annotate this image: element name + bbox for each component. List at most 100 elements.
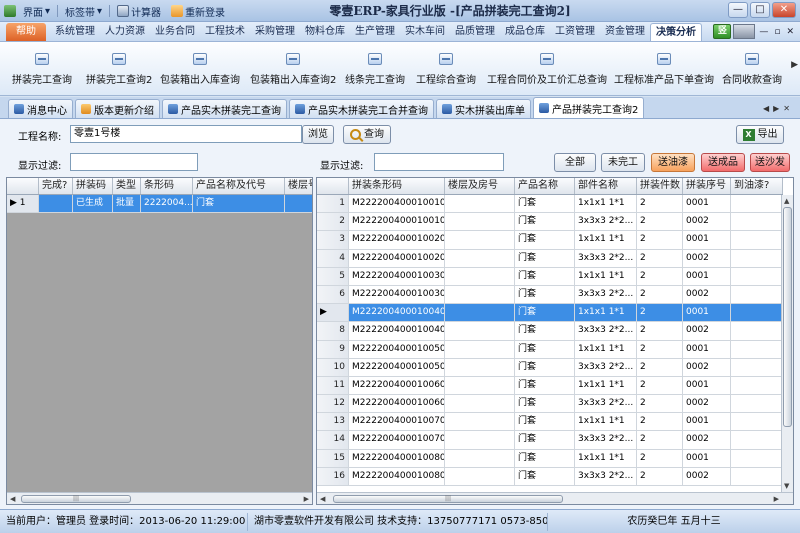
row-header[interactable]: 4 — [317, 249, 349, 267]
cell-seq[interactable]: 0002 — [683, 467, 731, 485]
row-header[interactable]: 3 — [317, 231, 349, 249]
cell-seq[interactable]: 0002 — [683, 358, 731, 376]
tab-wood-assembly-merge-query[interactable]: 产品实木拼装完工合并查询 — [289, 99, 434, 118]
cell-barcode[interactable]: M222200400010010002 — [349, 213, 445, 231]
cell-part[interactable]: 1x1x1 1*1 — [575, 340, 637, 358]
project-name-input[interactable]: 零壹1号楼 — [70, 125, 302, 143]
cell-part[interactable]: 3x3x3 2*2... — [575, 467, 637, 485]
filter-unfinished-button[interactable]: 未完工 — [601, 153, 645, 172]
ribbon-box-stock-query[interactable]: 包装箱出入库查询 — [160, 48, 240, 92]
cell-qty[interactable]: 2 — [637, 431, 683, 449]
cell-to-paint[interactable] — [731, 340, 783, 358]
cell-part[interactable]: 1x1x1 1*1 — [575, 413, 637, 431]
right-filter-input[interactable] — [374, 153, 504, 171]
cell-to-paint[interactable] — [731, 322, 783, 340]
row-header[interactable]: 16 — [317, 467, 349, 485]
cell-to-paint[interactable] — [731, 467, 783, 485]
cell-product[interactable]: 门套 — [515, 376, 575, 395]
right-grid-vscrollbar[interactable]: ▲ ▼ — [781, 195, 793, 492]
mdi-minimize-button[interactable]: — — [757, 27, 770, 37]
tab-assembly-query-2[interactable]: 产品拼装完工查询2 — [533, 97, 645, 118]
cell-barcode[interactable]: M222200400010040001 — [349, 304, 445, 322]
tab-message-center[interactable]: 消息中心 — [8, 99, 73, 118]
cell-part[interactable]: 1x1x1 1*1 — [575, 449, 637, 467]
cell-seq[interactable]: 0001 — [683, 413, 731, 431]
cell-part[interactable]: 3x3x3 2*2... — [575, 285, 637, 304]
cell-seq[interactable]: 0001 — [683, 231, 731, 249]
cell-seq[interactable]: 0001 — [683, 267, 731, 285]
maximize-button[interactable]: □ — [750, 2, 770, 18]
cell-qty[interactable]: 2 — [637, 231, 683, 249]
cell-floor-room[interactable] — [445, 449, 515, 467]
cell-to-paint[interactable] — [731, 231, 783, 249]
scroll-left-icon[interactable]: ◀ — [320, 494, 325, 504]
filter-to-sofa-button[interactable]: 送沙发 — [750, 153, 790, 172]
cell-code[interactable]: 已生成 — [73, 195, 113, 213]
menu-purchase[interactable]: 采购管理 — [250, 23, 300, 41]
tab-version-notes[interactable]: 版本更新介绍 — [75, 99, 160, 118]
cell-to-paint[interactable] — [731, 358, 783, 376]
scroll-left-icon[interactable]: ◀ — [10, 494, 15, 504]
cell-qty[interactable]: 2 — [637, 195, 683, 213]
cell-seq[interactable]: 0002 — [683, 249, 731, 267]
col-header-part[interactable]: 部件名称 — [575, 178, 637, 194]
left-grid-hscrollbar[interactable]: ◀ ||| ▶ — [7, 492, 312, 504]
row-header[interactable]: 11 — [317, 376, 349, 395]
row-header[interactable]: 2 — [317, 213, 349, 231]
browse-button[interactable]: 浏览 — [302, 125, 334, 144]
cell-to-paint[interactable] — [731, 449, 783, 467]
ribbon-scroll-right-icon[interactable]: ▶ — [791, 60, 798, 70]
cell-barcode[interactable]: M222200400010050001 — [349, 340, 445, 358]
row-header[interactable]: 9 — [317, 340, 349, 358]
cell-seq[interactable]: 0001 — [683, 195, 731, 213]
cell-qty[interactable]: 2 — [637, 395, 683, 413]
cell-to-paint[interactable] — [731, 285, 783, 304]
col-header-type[interactable]: 类型 — [113, 178, 141, 194]
cell-floor-room[interactable] — [445, 340, 515, 358]
cell-barcode[interactable]: M222200400010020002 — [349, 249, 445, 267]
menu-engineering[interactable]: 工程技术 — [200, 23, 250, 41]
row-header[interactable]: 15 — [317, 449, 349, 467]
cell-qty[interactable]: 2 — [637, 322, 683, 340]
cell-part[interactable]: 3x3x3 2*2... — [575, 322, 637, 340]
cell-qty[interactable]: 2 — [637, 213, 683, 231]
col-header-code[interactable]: 拼装码 — [73, 178, 113, 194]
cell-to-paint[interactable] — [731, 431, 783, 449]
cell-to-paint[interactable] — [731, 195, 783, 213]
filter-all-button[interactable]: 全部 — [554, 153, 596, 172]
scroll-right-icon[interactable]: ▶ — [774, 494, 779, 504]
menu-hr[interactable]: 人力资源 — [100, 23, 150, 41]
row-header[interactable]: 13 — [317, 413, 349, 431]
cell-qty[interactable]: 2 — [637, 358, 683, 376]
menu-contract[interactable]: 业务合同 — [150, 23, 200, 41]
cell-barcode[interactable]: M222200400010070001 — [349, 413, 445, 431]
cell-seq[interactable]: 0002 — [683, 285, 731, 304]
menu-payroll[interactable]: 工资管理 — [550, 23, 600, 41]
cell-floor-room[interactable] — [445, 249, 515, 267]
query-button[interactable]: 查询 — [343, 125, 391, 144]
cell-floor-room[interactable] — [445, 267, 515, 285]
cell-product[interactable]: 门套 — [515, 249, 575, 267]
table-row[interactable]: ▶ 1 已生成 批量 2222004... 门套 — [7, 195, 312, 214]
cell-product[interactable]: 门套 — [515, 322, 575, 340]
cell-part[interactable]: 3x3x3 2*2... — [575, 213, 637, 231]
cell-floor[interactable] — [285, 195, 312, 212]
cell-seq[interactable]: 0001 — [683, 376, 731, 395]
menu-finance[interactable]: 资金管理 — [600, 23, 650, 41]
row-header[interactable]: 14 — [317, 431, 349, 449]
cell-qty[interactable]: 2 — [637, 304, 683, 322]
cell-to-paint[interactable] — [731, 304, 783, 322]
cell-barcode[interactable]: M222200400010080002 — [349, 467, 445, 485]
cell-to-paint[interactable] — [731, 376, 783, 395]
cell-qty[interactable]: 2 — [637, 249, 683, 267]
cell-done[interactable] — [39, 195, 73, 213]
cell-qty[interactable]: 2 — [637, 267, 683, 285]
mdi-close-button[interactable]: ✕ — [784, 27, 796, 37]
cell-barcode[interactable]: M222200400010030002 — [349, 285, 445, 304]
cell-floor-room[interactable] — [445, 413, 515, 431]
table-row[interactable]: 12M222200400010060002 门套3x3x3 2*2...20002 — [317, 395, 783, 414]
cell-seq[interactable]: 0002 — [683, 322, 731, 340]
cell-barcode[interactable]: 2222004... — [141, 195, 193, 213]
ribbon-assembly-query-2[interactable]: 拼装完工查询2 — [86, 48, 152, 92]
cell-qty[interactable]: 2 — [637, 467, 683, 485]
